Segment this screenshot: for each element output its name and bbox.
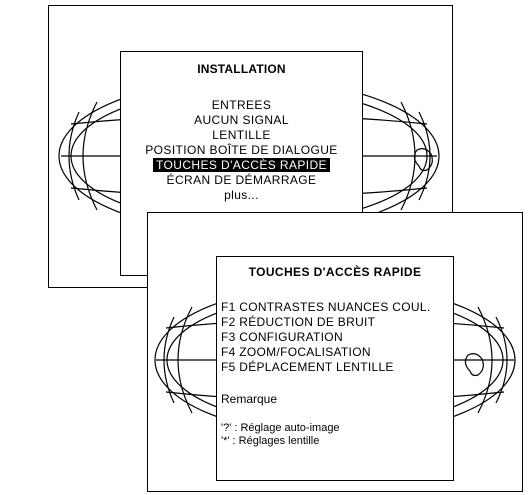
hotkey-item-f4[interactable]: F4 ZOOM/FOCALISATION: [221, 345, 453, 360]
installation-menu-list: ENTREES AUCUN SIGNAL LENTILLE POSITION B…: [121, 98, 362, 203]
menu-item-lentille[interactable]: LENTILLE: [121, 128, 362, 143]
menu-item-touches-acces-rapide[interactable]: TOUCHES D'ACCÈS RAPIDE: [121, 158, 362, 173]
hotkeys-menu: TOUCHES D'ACCÈS RAPIDE F1 CONTRASTES NUA…: [216, 256, 454, 481]
menu-item-plus[interactable]: plus...: [121, 188, 362, 203]
hotkeys-menu-title: TOUCHES D'ACCÈS RAPIDE: [248, 265, 422, 279]
hotkey-item-f3[interactable]: F3 CONFIGURATION: [221, 330, 453, 345]
note-auto-image: '?' : Réglage auto-image: [221, 422, 340, 434]
menu-item-aucun-signal[interactable]: AUCUN SIGNAL: [121, 113, 362, 128]
hotkeys-screen: TOUCHES D'ACCÈS RAPIDE F1 CONTRASTES NUA…: [147, 212, 523, 492]
hotkey-item-f1[interactable]: F1 CONTRASTES NUANCES COUL.: [221, 300, 453, 315]
menu-item-ecran-demarrage[interactable]: ÉCRAN DE DÉMARRAGE: [121, 173, 362, 188]
notes-list: '?' : Réglage auto-image '*' : Réglages …: [221, 422, 340, 448]
hotkey-item-f5[interactable]: F5 DÉPLACEMENT LENTILLE: [221, 360, 453, 375]
note-label: Remarque: [221, 392, 278, 406]
menu-item-position-boite[interactable]: POSITION BOÎTE DE DIALOGUE: [121, 143, 362, 158]
hotkey-item-f2[interactable]: F2 RÉDUCTION DE BRUIT: [221, 315, 453, 330]
installation-menu-title: INSTALLATION: [197, 62, 286, 76]
hotkeys-list: F1 CONTRASTES NUANCES COUL. F2 RÉDUCTION…: [221, 300, 453, 375]
note-lentille: '*' : Réglages lentille: [221, 435, 320, 447]
menu-item-entrees[interactable]: ENTREES: [121, 98, 362, 113]
